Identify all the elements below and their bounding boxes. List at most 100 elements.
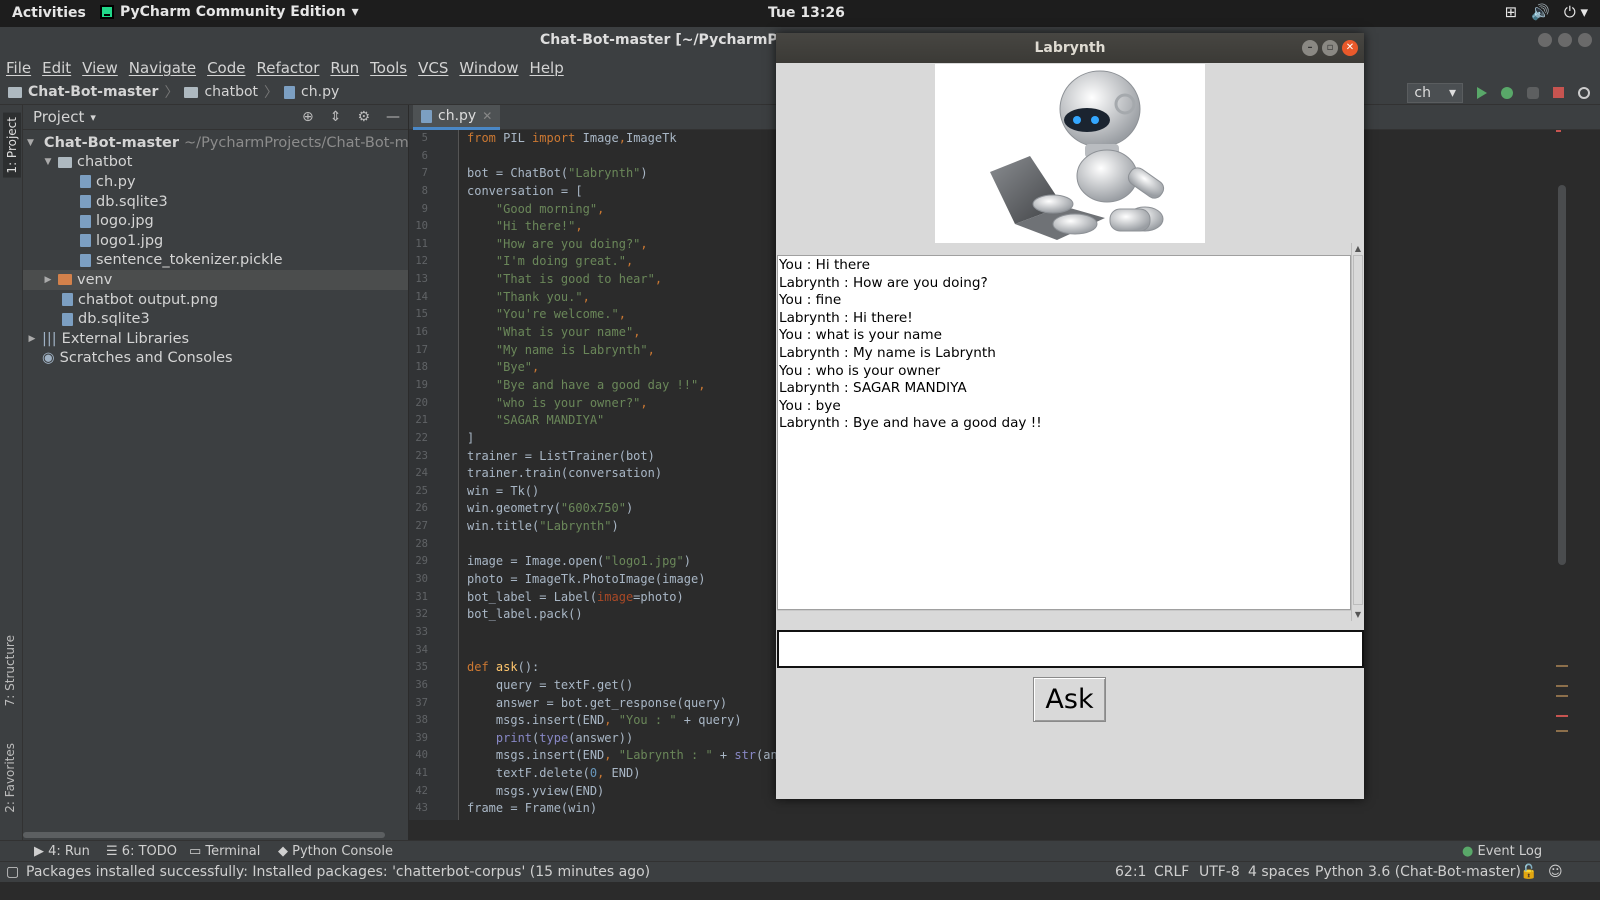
- warning-marker[interactable]: [1556, 730, 1568, 732]
- warning-marker[interactable]: [1556, 695, 1568, 697]
- volume-icon[interactable]: 🔊: [1531, 3, 1550, 21]
- chevron-down-icon[interactable]: ▾: [90, 111, 96, 124]
- status-message[interactable]: Packages installed successfully: Install…: [26, 864, 650, 880]
- menu-vcs[interactable]: VCS: [418, 59, 448, 77]
- app-menu[interactable]: PyCharm Community Edition ▾: [100, 4, 359, 20]
- hide-icon[interactable]: —: [386, 109, 400, 125]
- tree-item[interactable]: ▼ chatbot: [23, 153, 408, 173]
- chat-window-titlebar[interactable]: Labrynth – ▫ ✕: [776, 33, 1364, 63]
- status-icon[interactable]: ▢: [6, 864, 19, 880]
- ask-button[interactable]: Ask: [1033, 677, 1106, 722]
- expand-arrow-icon[interactable]: ▼: [27, 138, 34, 148]
- breadcrumb-project[interactable]: Chat-Bot-master: [28, 84, 158, 100]
- line-separator[interactable]: CRLF: [1154, 864, 1189, 880]
- tree-item[interactable]: sentence_tokenizer.pickle: [23, 251, 408, 271]
- chat-message[interactable]: Labrynth : Hi there!: [778, 310, 1350, 328]
- chat-messages-listbox[interactable]: You : Hi there Labrynth : How are you doi…: [777, 255, 1351, 610]
- tree-item[interactable]: ch.py: [23, 172, 408, 192]
- chat-scrollbar[interactable]: ▲ ▼: [1351, 243, 1363, 621]
- menu-code[interactable]: Code: [207, 59, 245, 77]
- menu-window[interactable]: Window: [459, 59, 518, 77]
- collapse-arrow-icon[interactable]: ▶: [27, 334, 37, 344]
- breadcrumb-folder[interactable]: chatbot: [204, 84, 258, 100]
- tree-item[interactable]: db.sqlite3: [23, 309, 408, 329]
- network-icon[interactable]: ⊞: [1505, 3, 1518, 21]
- tree-item[interactable]: logo.jpg: [23, 211, 408, 231]
- editor-scrollbar[interactable]: [1556, 130, 1568, 820]
- lock-icon[interactable]: 🔓: [1520, 864, 1537, 880]
- scrollbar-thumb[interactable]: [1353, 255, 1363, 605]
- event-log-button[interactable]: ● Event Log: [1462, 844, 1542, 859]
- system-tray[interactable]: ⊞ 🔊 ⏻ ▾: [1505, 3, 1588, 21]
- maximize-icon[interactable]: ▫: [1322, 40, 1338, 56]
- chat-message[interactable]: You : who is your owner: [778, 363, 1350, 381]
- stop-icon[interactable]: [1553, 87, 1564, 98]
- close-icon[interactable]: ✕: [1342, 40, 1358, 56]
- tab-favorites[interactable]: 2: Favorites: [3, 743, 17, 813]
- window-controls[interactable]: [1538, 33, 1592, 47]
- expand-arrow-icon[interactable]: ▼: [43, 157, 53, 167]
- project-scrollbar[interactable]: [23, 832, 385, 838]
- locate-icon[interactable]: ⊕: [302, 109, 314, 125]
- question-input[interactable]: [777, 630, 1364, 668]
- warning-marker[interactable]: [1556, 685, 1568, 687]
- menu-navigate[interactable]: Navigate: [129, 59, 196, 77]
- tree-item[interactable]: ▶ ||| External Libraries: [23, 329, 408, 349]
- minimize-icon[interactable]: [1538, 33, 1552, 47]
- python-interpreter[interactable]: Python 3.6 (Chat-Bot-master): [1315, 864, 1521, 880]
- scrollbar-thumb[interactable]: [1558, 185, 1566, 565]
- tab-structure[interactable]: 7: Structure: [3, 635, 17, 706]
- menu-refactor[interactable]: Refactor: [256, 59, 319, 77]
- menu-tools[interactable]: Tools: [370, 59, 407, 77]
- gear-icon[interactable]: ⚙: [357, 109, 370, 125]
- collapse-arrow-icon[interactable]: ▶: [43, 275, 53, 285]
- chat-message[interactable]: Labrynth : My name is Labrynth: [778, 345, 1350, 363]
- tree-item[interactable]: ▶ venv: [23, 270, 408, 290]
- breadcrumb-file[interactable]: ch.py: [301, 84, 339, 100]
- chat-message[interactable]: Labrynth : SAGAR MANDIYA: [778, 380, 1350, 398]
- tab-run[interactable]: ▶ 4: Run: [34, 844, 90, 859]
- menu-edit[interactable]: Edit: [42, 59, 71, 77]
- warning-marker[interactable]: [1556, 665, 1568, 667]
- file-encoding[interactable]: UTF-8: [1199, 864, 1240, 880]
- chat-message[interactable]: You : fine: [778, 292, 1350, 310]
- search-icon[interactable]: [1578, 86, 1590, 99]
- tree-item[interactable]: ◉ Scratches and Consoles: [23, 349, 408, 369]
- tree-item[interactable]: ▼ Chat-Bot-master ~/PycharmProjects/Chat…: [23, 133, 408, 153]
- chat-message[interactable]: Labrynth : Bye and have a good day !!: [778, 415, 1350, 433]
- power-icon[interactable]: ⏻ ▾: [1564, 3, 1588, 21]
- chat-message[interactable]: You : what is your name: [778, 327, 1350, 345]
- menu-help[interactable]: Help: [530, 59, 564, 77]
- tree-item[interactable]: db.sqlite3: [23, 192, 408, 212]
- chat-message[interactable]: You : bye: [778, 398, 1350, 416]
- chat-message[interactable]: You : Hi there: [778, 257, 1350, 275]
- tab-todo[interactable]: ☰ 6: TODO: [106, 844, 177, 859]
- clock[interactable]: Tue 13:26: [768, 5, 845, 21]
- tree-item[interactable]: chatbot output.png: [23, 290, 408, 310]
- inspector-icon[interactable]: ☺: [1548, 864, 1563, 880]
- menu-run[interactable]: Run: [330, 59, 359, 77]
- close-icon[interactable]: [1578, 33, 1592, 47]
- run-icon[interactable]: [1477, 86, 1487, 99]
- error-marker[interactable]: [1556, 130, 1561, 132]
- menu-file[interactable]: File: [6, 59, 31, 77]
- close-icon[interactable]: ✕: [482, 109, 492, 123]
- collapse-icon[interactable]: ⇕: [330, 109, 342, 125]
- tab-python-console[interactable]: ◆ Python Console: [278, 844, 393, 859]
- chat-message[interactable]: Labrynth : How are you doing?: [778, 275, 1350, 293]
- scroll-up-icon[interactable]: ▲: [1353, 244, 1363, 254]
- tab-ch-py[interactable]: ch.py ✕: [413, 105, 501, 130]
- tree-item[interactable]: logo1.jpg: [23, 231, 408, 251]
- menu-view[interactable]: View: [82, 59, 118, 77]
- caret-position[interactable]: 62:1: [1115, 864, 1146, 880]
- activities-button[interactable]: Activities: [12, 5, 86, 21]
- tab-project[interactable]: 1: Project: [3, 113, 21, 178]
- debug-icon[interactable]: [1501, 86, 1513, 99]
- coverage-icon[interactable]: [1527, 86, 1539, 99]
- scroll-down-icon[interactable]: ▼: [1353, 610, 1363, 620]
- maximize-icon[interactable]: [1558, 33, 1572, 47]
- indent-setting[interactable]: 4 spaces: [1248, 864, 1310, 880]
- run-config-select[interactable]: ch ▾: [1407, 82, 1463, 103]
- minimize-icon[interactable]: –: [1302, 40, 1318, 56]
- tab-terminal[interactable]: ▭ Terminal: [189, 844, 260, 859]
